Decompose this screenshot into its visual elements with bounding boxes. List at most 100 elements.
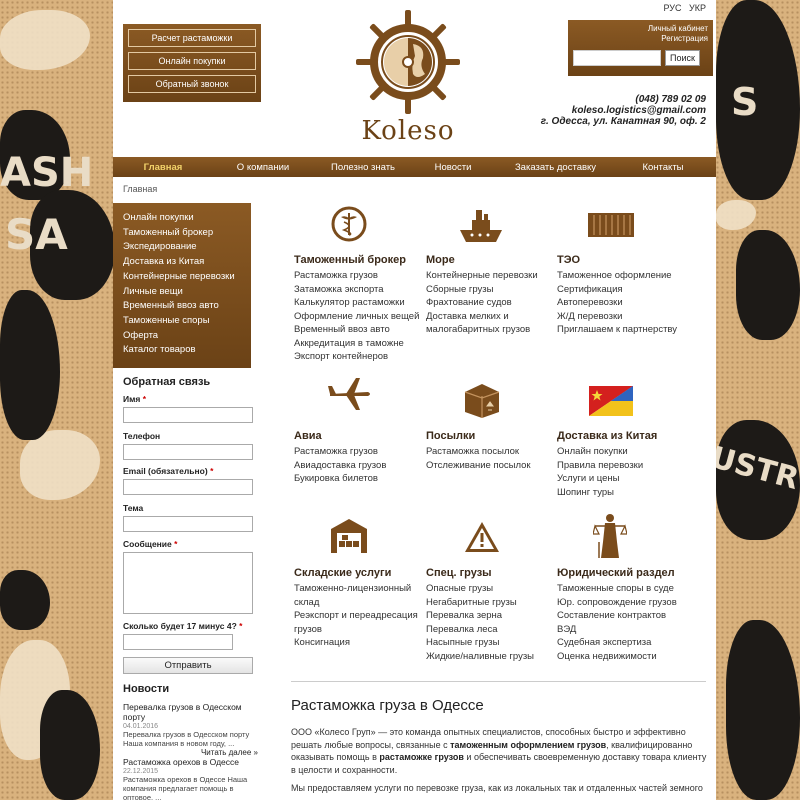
lang-uk[interactable]: УКР (689, 3, 706, 13)
breadcrumb[interactable]: Главная (123, 184, 157, 194)
read-more-link[interactable]: Читать далее » (123, 748, 258, 757)
category-link[interactable]: Автоперевозки (557, 296, 687, 310)
category-link[interactable]: Шопинг туры (557, 486, 687, 500)
email-field[interactable] (123, 479, 253, 495)
category-link[interactable]: грузов (294, 623, 424, 637)
news-headline[interactable]: Растаможка орехов в Одессе (123, 757, 258, 767)
nav-about[interactable]: О компании (213, 162, 313, 173)
category-link[interactable]: Авиадоставка грузов (294, 459, 424, 473)
phone-field[interactable] (123, 444, 253, 460)
subject-field[interactable] (123, 516, 253, 532)
category-link[interactable]: Растаможка грузов (294, 445, 424, 459)
nav-home[interactable]: Главная (113, 162, 213, 173)
category-title[interactable]: Складские услуги (294, 567, 424, 579)
category-title[interactable]: Авиа (294, 430, 424, 442)
side-menu-item[interactable]: Экспедирование (123, 240, 251, 255)
search-button[interactable]: Поиск (665, 50, 700, 66)
news-item: Перевалка грузов в Одесском порту 04.01.… (123, 702, 258, 757)
category-link[interactable]: Затаможка экспорта (294, 283, 424, 297)
category-link[interactable]: Консигнация (294, 636, 424, 650)
category-link[interactable]: Судебная экспертиза (557, 636, 707, 650)
category-link[interactable]: Букировка билетов (294, 472, 424, 486)
side-menu-item[interactable]: Онлайн покупки (123, 211, 251, 226)
category-link[interactable]: Приглашаем к партнерству (557, 323, 687, 337)
category-link[interactable]: Перевалка зерна (426, 609, 556, 623)
category-title[interactable]: Доставка из Китая (557, 430, 687, 442)
category-link[interactable]: Оценка недвижимости (557, 650, 707, 664)
submit-button[interactable]: Отправить (123, 657, 253, 674)
side-menu-item[interactable]: Личные вещи (123, 285, 251, 300)
category-link[interactable]: Отслеживание посылок (426, 459, 556, 473)
side-menu-item[interactable]: Таможенные споры (123, 314, 251, 329)
nav-order[interactable]: Заказать доставку (493, 162, 618, 173)
category-link[interactable]: Таможенно-лицензионный (294, 582, 424, 596)
category-link[interactable]: Оформление личных вещей (294, 310, 424, 324)
account-link[interactable]: Личный кабинет (573, 24, 708, 34)
category-link[interactable]: Доставка мелких и (426, 310, 556, 324)
customs-calc-button[interactable]: Расчет растаможки (128, 29, 256, 47)
side-menu-item[interactable]: Каталог товаров (123, 343, 251, 358)
register-link[interactable]: Регистрация (573, 34, 708, 44)
nav-news[interactable]: Новости (413, 162, 493, 173)
search-input[interactable] (573, 50, 661, 66)
nav-useful[interactable]: Полезно знать (313, 162, 413, 173)
side-menu-item[interactable]: Доставка из Китая (123, 255, 251, 270)
captcha-group: Сколько будет 17 минус 4? * (123, 621, 253, 650)
feedback-title: Обратная связь (123, 376, 211, 388)
category-title[interactable]: Спец. грузы (426, 567, 556, 579)
email[interactable]: koleso.logistics@gmail.com (541, 105, 706, 116)
category-link[interactable]: Таможенные споры в суде (557, 582, 707, 596)
side-menu-item[interactable]: Оферта (123, 329, 251, 344)
category-title[interactable]: Посылки (426, 430, 556, 442)
category-link[interactable]: Реэкспорт и переадресация (294, 609, 424, 623)
category-link[interactable]: Перевалка леса (426, 623, 556, 637)
news-item: Растаможка орехов в Одессе 22.12.2015 Ра… (123, 757, 258, 800)
nav-contacts[interactable]: Контакты (618, 162, 708, 173)
category-link[interactable]: Таможенное оформление (557, 269, 687, 283)
category-link[interactable]: Растаможка грузов (294, 269, 424, 283)
category-link[interactable]: ВЭД (557, 623, 707, 637)
side-menu-item[interactable]: Временный ввоз авто (123, 299, 251, 314)
category-link[interactable]: склад (294, 596, 424, 610)
name-field[interactable] (123, 407, 253, 423)
category-link[interactable]: Растаможка посылок (426, 445, 556, 459)
category-title[interactable]: Таможенный брокер (294, 254, 424, 266)
category-link[interactable]: Юр. сопровождение грузов (557, 596, 707, 610)
side-menu-item[interactable]: Контейнерные перевозки (123, 270, 251, 285)
category-link[interactable]: Аккредитация в таможне (294, 337, 424, 351)
background-map-right: S USTR (716, 0, 800, 800)
callback-button[interactable]: Обратный звонок (128, 75, 256, 93)
category-title[interactable]: ТЭО (557, 254, 687, 266)
logo[interactable]: Koleso (353, 8, 463, 146)
category-title[interactable]: Юридический раздел (557, 567, 707, 579)
category-link[interactable]: Экспорт контейнеров (294, 350, 424, 364)
message-field[interactable] (123, 552, 253, 614)
category-link[interactable]: Онлайн покупки (557, 445, 687, 459)
category-link[interactable]: Насыпные грузы (426, 636, 556, 650)
category-link[interactable]: малогабаритных грузов (426, 323, 556, 337)
side-menu-item[interactable]: Таможенный брокер (123, 226, 251, 241)
captcha-field[interactable] (123, 634, 233, 650)
category-link[interactable]: Сертификация (557, 283, 687, 297)
news-text: Перевалка грузов в Одесском порту Наша к… (123, 730, 250, 748)
category-link[interactable]: Временный ввоз авто (294, 323, 424, 337)
category-title[interactable]: Море (426, 254, 556, 266)
category-link[interactable]: Фрахтование судов (426, 296, 556, 310)
category-link[interactable]: Правила перевозки (557, 459, 687, 473)
category-link[interactable]: Негабаритные грузы (426, 596, 556, 610)
category-link[interactable]: Услуги и цены (557, 472, 687, 486)
category-link[interactable]: Сборные грузы (426, 283, 556, 297)
online-shopping-button[interactable]: Онлайн покупки (128, 52, 256, 70)
category-link[interactable]: Опасные грузы (426, 582, 556, 596)
category-link[interactable]: Жидкие/наливные грузы (426, 650, 556, 664)
lang-ru[interactable]: РУС (663, 3, 681, 13)
news-headline[interactable]: Перевалка грузов в Одесском порту (123, 702, 258, 722)
category-air: Авиа Растаможка грузов Авиадоставка груз… (294, 430, 424, 486)
divider (291, 681, 706, 682)
category-link[interactable]: Контейнерные перевозки (426, 269, 556, 283)
category-link[interactable]: Ж/Д перевозки (557, 310, 687, 324)
category-link[interactable]: Составление контрактов (557, 609, 707, 623)
airplane-icon (328, 378, 370, 410)
category-link[interactable]: Калькулятор растаможки (294, 296, 424, 310)
login-box: Личный кабинет Регистрация Поиск (568, 20, 713, 76)
